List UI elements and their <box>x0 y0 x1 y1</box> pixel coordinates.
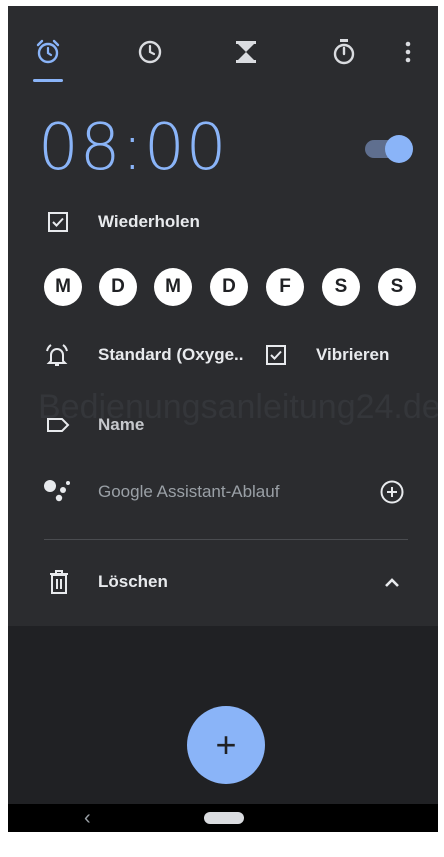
day-thursday[interactable]: D <box>210 268 248 306</box>
add-alarm-button[interactable]: + <box>187 706 265 784</box>
top-nav <box>8 6 438 94</box>
ringtone-label[interactable]: Standard (Oxyge.. <box>98 344 243 366</box>
label-tag-icon <box>44 414 72 436</box>
clock-icon <box>136 38 164 71</box>
timer-hourglass-icon <box>233 38 259 71</box>
repeat-checkbox[interactable] <box>46 210 70 234</box>
vibrate-checkbox[interactable] <box>264 343 288 367</box>
tab-timer[interactable] <box>224 32 268 76</box>
vibrate-label: Vibrieren <box>316 345 390 364</box>
home-button[interactable] <box>204 812 244 824</box>
day-tuesday[interactable]: D <box>99 268 137 306</box>
assistant-routine-label[interactable]: Google Assistant-Ablauf <box>98 481 279 503</box>
back-button[interactable]: ‹ <box>84 805 91 831</box>
add-circle-icon <box>380 480 404 504</box>
day-wednesday[interactable]: M <box>154 268 192 306</box>
google-assistant-icon <box>40 476 74 504</box>
alarm-time[interactable]: 08:00 <box>38 110 227 186</box>
alarm-name-field[interactable]: Name <box>98 414 144 436</box>
day-friday[interactable]: F <box>266 268 304 306</box>
day-saturday[interactable]: S <box>322 268 360 306</box>
divider <box>44 539 408 540</box>
system-navigation-bar: ‹ <box>8 804 438 832</box>
add-assistant-routine-button[interactable] <box>378 478 406 506</box>
tab-alarm[interactable] <box>26 32 70 76</box>
delete-alarm-button[interactable]: Löschen <box>98 571 168 593</box>
checkbox-checked-icon <box>48 212 68 232</box>
tab-stopwatch[interactable] <box>322 32 366 76</box>
stopwatch-icon <box>330 37 358 72</box>
weekday-selector: M D M D F S S <box>44 268 416 308</box>
day-sunday[interactable]: S <box>378 268 416 306</box>
checkbox-checked-icon <box>266 345 286 365</box>
alarm-icon <box>33 37 63 72</box>
trash-icon <box>46 568 72 596</box>
day-monday[interactable]: M <box>44 268 82 306</box>
active-tab-indicator <box>33 79 63 82</box>
clock-app-screen: 08:00 Wiederholen M D M D F S S Standard… <box>8 6 438 832</box>
toggle-thumb <box>385 135 413 163</box>
repeat-label: Wiederholen <box>98 212 200 231</box>
alarm-card: 08:00 Wiederholen M D M D F S S Standard… <box>8 6 438 626</box>
tab-clock[interactable] <box>128 32 172 76</box>
chevron-up-icon <box>385 578 399 587</box>
ringtone-bell-icon <box>42 342 72 370</box>
collapse-button[interactable] <box>380 570 404 594</box>
alarm-enabled-toggle[interactable] <box>365 134 415 164</box>
more-vert-icon <box>405 40 411 69</box>
more-options-button[interactable] <box>396 32 420 76</box>
